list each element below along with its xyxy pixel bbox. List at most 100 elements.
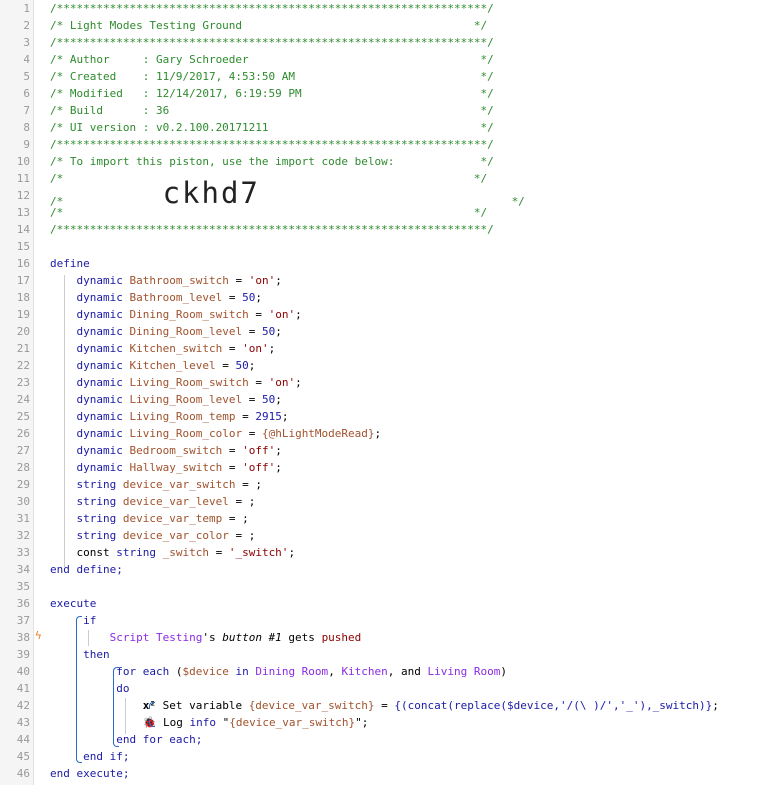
line-number: 46 bbox=[16, 767, 30, 780]
code-text: /* */ bbox=[50, 204, 487, 221]
code-line[interactable]: 29 string device_var_switch = ; bbox=[0, 476, 784, 493]
code-line[interactable]: 14 /*************************************… bbox=[0, 221, 784, 238]
code-line[interactable]: 8 /* UI version : v0.2.100.20171211 */ bbox=[0, 119, 784, 136]
code-line[interactable]: 23 dynamic Living_Room_switch = 'on'; bbox=[0, 374, 784, 391]
line-number: 4 bbox=[23, 53, 30, 66]
code-line[interactable]: 19 dynamic Dining_Room_switch = 'on'; bbox=[0, 306, 784, 323]
code-line[interactable]: 13 /* */ bbox=[0, 204, 784, 221]
code-token-kw: if bbox=[83, 614, 97, 627]
code-line[interactable]: 38 Script Testing's button #1 gets pushe… bbox=[0, 629, 784, 646]
code-line[interactable]: 16 define bbox=[0, 255, 784, 272]
code-text: dynamic Kitchen_switch = 'on'; bbox=[50, 340, 276, 357]
code-token-cmt: /* UI version : v0.2.100.20171211 */ bbox=[50, 121, 494, 134]
code-text: const string _switch = '_switch'; bbox=[50, 544, 295, 561]
code-line[interactable]: 32 string device_var_color = ; bbox=[0, 527, 784, 544]
code-line[interactable]: 36 execute bbox=[0, 595, 784, 612]
code-line[interactable]: 2 /* Light Modes Testing Ground */ bbox=[0, 17, 784, 34]
code-line[interactable]: 45 end if; bbox=[0, 748, 784, 765]
code-line[interactable]: 6 /* Modified : 12/14/2017, 6:19:59 PM */ bbox=[0, 85, 784, 102]
code-token-str: 'on' bbox=[248, 274, 276, 287]
code-line[interactable]: 7 /* Build : 36 */ bbox=[0, 102, 784, 119]
code-text: end define; bbox=[50, 561, 123, 578]
code-token-var: {device_var_switch} bbox=[248, 699, 375, 712]
code-text: end if; bbox=[50, 748, 129, 765]
code-line[interactable]: 3 /**************************************… bbox=[0, 34, 784, 51]
code-text: dynamic Bathroom_level = 50; bbox=[50, 289, 262, 306]
code-token-pl: ; bbox=[275, 274, 282, 287]
code-line[interactable]: 11 /* */ bbox=[0, 170, 784, 187]
code-token-kw: string bbox=[116, 546, 163, 559]
line-number: 19 bbox=[16, 308, 30, 321]
code-line[interactable]: 35 bbox=[0, 578, 784, 595]
code-token-kw: dynamic bbox=[76, 308, 130, 321]
code-line[interactable]: 12/* ckhd7 */ bbox=[0, 179, 784, 209]
code-token-pl: ; bbox=[255, 291, 262, 304]
code-token-num: 50 bbox=[261, 325, 276, 338]
code-token-pl: ; bbox=[275, 325, 282, 338]
code-token-kw: dynamic bbox=[76, 376, 130, 389]
code-token-kw: dynamic bbox=[76, 291, 130, 304]
code-line[interactable]: 28 dynamic Hallway_switch = 'off'; bbox=[0, 459, 784, 476]
line-number: 9 bbox=[23, 138, 30, 151]
line-number: 20 bbox=[16, 325, 30, 338]
code-line[interactable]: 10 /* To import this piston, use the impo… bbox=[0, 153, 784, 170]
code-token-pl: = ; bbox=[228, 495, 256, 508]
code-token-kw: {(concat(replace($device,'/(\ )/','_'),_… bbox=[394, 699, 713, 712]
code-line[interactable]: 41 do bbox=[0, 680, 784, 697]
code-token-pl: = bbox=[242, 393, 262, 406]
code-token-num: 50 bbox=[242, 291, 256, 304]
code-token-kw: then bbox=[83, 648, 110, 661]
code-token-num: 2915 bbox=[255, 410, 282, 423]
code-text: /***************************************… bbox=[50, 221, 494, 238]
code-line[interactable]: 30 string device_var_level = ; bbox=[0, 493, 784, 510]
line-number: 35 bbox=[16, 580, 30, 593]
line-number: 29 bbox=[16, 478, 30, 491]
code-line[interactable]: 33 const string _switch = '_switch'; bbox=[0, 544, 784, 561]
line-number: 3 bbox=[23, 36, 30, 49]
code-line[interactable]: 15 bbox=[0, 238, 784, 255]
code-line[interactable]: 39 then bbox=[0, 646, 784, 663]
code-token-var: {@hLightModeRead} bbox=[261, 427, 375, 440]
do-statements-bracket-bottom bbox=[149, 720, 155, 727]
code-line[interactable]: 46 end execute; bbox=[0, 765, 784, 782]
code-line[interactable]: 43 🐞 Log info "{device_var_switch}"; bbox=[0, 714, 784, 731]
code-token-dev: Script Testing bbox=[109, 631, 203, 644]
code-line[interactable]: 27 dynamic Bedroom_switch = 'off'; bbox=[0, 442, 784, 459]
code-line[interactable]: 1 /**************************************… bbox=[0, 0, 784, 17]
line-number: 31 bbox=[16, 512, 30, 525]
code-line[interactable]: 20 dynamic Dining_Room_level = 50; bbox=[0, 323, 784, 340]
line-number: 36 bbox=[16, 597, 30, 610]
code-token-pl: ; bbox=[712, 699, 719, 712]
code-text: string device_var_switch = ; bbox=[50, 476, 262, 493]
code-token-kw: string bbox=[76, 512, 123, 525]
code-line[interactable]: 18 dynamic Bathroom_level = 50; bbox=[0, 289, 784, 306]
code-line[interactable]: 25 dynamic Living_Room_temp = 2915; bbox=[0, 408, 784, 425]
code-line[interactable]: 5 /* Created : 11/9/2017, 4:53:50 AM */ bbox=[0, 68, 784, 85]
code-token-str: 'on' bbox=[242, 342, 269, 355]
code-line[interactable]: 34 end define; bbox=[0, 561, 784, 578]
code-token-var: Hallway_switch bbox=[129, 461, 223, 474]
code-token-kw: in bbox=[228, 665, 256, 678]
code-text: dynamic Dining_Room_switch = 'on'; bbox=[50, 306, 302, 323]
code-line[interactable]: 22 dynamic Kitchen_level = 50; bbox=[0, 357, 784, 374]
code-line[interactable]: 9 /**************************************… bbox=[0, 136, 784, 153]
code-line[interactable]: 17 dynamic Bathroom_switch = 'on'; bbox=[0, 272, 784, 289]
code-token-pl: 's bbox=[202, 631, 223, 644]
code-line[interactable]: 21 dynamic Kitchen_switch = 'on'; bbox=[0, 340, 784, 357]
code-line[interactable]: 37 if bbox=[0, 612, 784, 629]
code-text: /***************************************… bbox=[50, 136, 494, 153]
code-token-var: Dining_Room_switch bbox=[129, 308, 249, 321]
code-line[interactable]: 24 dynamic Living_Room_level = 50; bbox=[0, 391, 784, 408]
line-number: 15 bbox=[16, 240, 30, 253]
code-line[interactable]: 4 /* Author : Gary Schroeder */ bbox=[0, 51, 784, 68]
code-line[interactable]: 42 x² Set variable {device_var_switch} =… bbox=[0, 697, 784, 714]
line-number: 41 bbox=[16, 682, 30, 695]
code-text: dynamic Kitchen_level = 50; bbox=[50, 357, 256, 374]
code-line[interactable]: 31 string device_var_temp = ; bbox=[0, 510, 784, 527]
code-text: /* Author : Gary Schroeder */ bbox=[50, 51, 494, 68]
code-token-var: Dining_Room_level bbox=[129, 325, 243, 338]
code-line[interactable]: 26 dynamic Living_Room_color = {@hLightM… bbox=[0, 425, 784, 442]
